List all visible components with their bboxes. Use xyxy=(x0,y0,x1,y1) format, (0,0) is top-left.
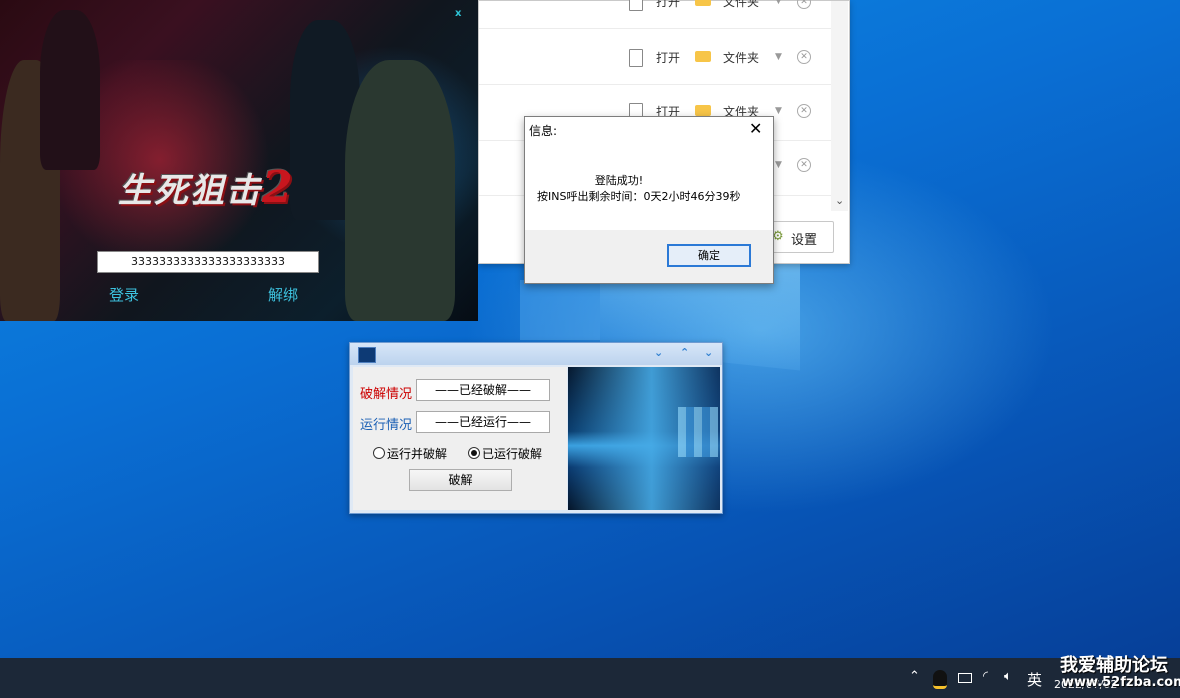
settings-label: 设置 xyxy=(791,233,818,248)
close-button[interactable]: x xyxy=(455,8,461,19)
remove-circle-icon[interactable]: ✕ xyxy=(797,158,811,172)
expand-icon[interactable]: ⌄ xyxy=(704,346,713,359)
open-link[interactable]: 打开 xyxy=(656,0,680,10)
scrollbar[interactable] xyxy=(831,1,848,211)
dialog-message: 登陆成功! xyxy=(594,174,644,187)
info-dialog: 信息: ✕ 登陆成功! 按INS呼出剩余时间：0天2小时46分39秒 确定 xyxy=(524,116,774,284)
open-link[interactable]: 打开 xyxy=(656,49,680,66)
radio-icon xyxy=(373,447,385,459)
wifi-icon[interactable]: ◜ xyxy=(983,669,988,684)
character-art xyxy=(345,60,455,321)
radio-label: 运行并破解 xyxy=(387,447,448,461)
dropdown-icon[interactable]: ⌄ xyxy=(654,346,663,359)
watermark-title: 我爱辅助论坛 xyxy=(1060,655,1168,676)
qq-icon[interactable] xyxy=(933,670,947,689)
crack-status-field[interactable]: ——已经破解—— xyxy=(416,379,550,401)
ime-indicator[interactable]: 英 xyxy=(1027,669,1042,690)
game-launcher-window: 生死狙击2 x 3333333333333333333333 登录 解绑 xyxy=(0,0,478,321)
folder-icon xyxy=(695,51,711,62)
login-button[interactable]: 登录 xyxy=(109,284,139,305)
watermark-url: www.52fzba.com xyxy=(1062,675,1180,690)
file-row[interactable]: 打开 文件夹 ▼ ✕ xyxy=(479,0,831,29)
tool-panel: 破解情况 ——已经破解—— 运行情况 ——已经运行—— 运行并破解 已运行破解 … xyxy=(353,367,567,510)
run-status-field[interactable]: ——已经运行—— xyxy=(416,411,550,433)
ok-button[interactable]: 确定 xyxy=(667,244,751,267)
chevron-down-icon[interactable]: ▼ xyxy=(775,0,782,6)
radio-label: 已运行破解 xyxy=(482,447,543,461)
chevron-down-icon[interactable]: ▼ xyxy=(775,106,782,116)
license-key-input[interactable]: 3333333333333333333333 xyxy=(97,251,319,273)
folder-icon xyxy=(695,0,711,6)
remove-circle-icon[interactable]: ✕ xyxy=(797,0,811,9)
volume-icon[interactable]: 🔈︎ xyxy=(1004,669,1012,684)
collapse-icon[interactable]: ⌃ xyxy=(680,346,689,359)
banner-pixel-art xyxy=(678,407,718,457)
wallpaper-light-beam-2 xyxy=(520,280,600,340)
folder-link[interactable]: 文件夹 xyxy=(723,0,759,10)
unbind-button[interactable]: 解绑 xyxy=(268,284,298,305)
title-bar[interactable]: ⌄ ⌃ ⌄ xyxy=(350,343,722,365)
close-icon[interactable]: ✕ xyxy=(749,119,762,138)
crack-status-label: 破解情况 xyxy=(360,387,413,402)
app-icon xyxy=(358,347,376,363)
banner-image xyxy=(568,367,720,510)
taskbar: ⌃ ◜ 🔈︎ 英 2022/07/02 xyxy=(0,658,1180,698)
chevron-down-icon[interactable]: ▼ xyxy=(775,160,782,170)
show-hidden-icons-icon[interactable]: ⌃ xyxy=(909,669,920,684)
document-icon xyxy=(629,0,643,11)
chevron-down-icon[interactable]: ▼ xyxy=(775,52,782,62)
crack-button[interactable]: 破解 xyxy=(409,469,512,491)
radio-selected-icon xyxy=(468,447,480,459)
game-logo: 生死狙击2 xyxy=(118,162,295,213)
scroll-down-icon[interactable]: ⌄ xyxy=(835,194,844,207)
radio-already-running[interactable]: 已运行破解 xyxy=(468,445,542,462)
battery-icon[interactable] xyxy=(958,673,972,683)
remove-circle-icon[interactable]: ✕ xyxy=(797,50,811,64)
settings-button[interactable]: ⚙ 设置 xyxy=(768,221,834,253)
remove-circle-icon[interactable]: ✕ xyxy=(797,104,811,118)
document-icon xyxy=(629,49,643,67)
dialog-title: 信息: xyxy=(529,124,558,138)
folder-link[interactable]: 文件夹 xyxy=(723,49,759,66)
crack-tool-window: ⌄ ⌃ ⌄ 破解情况 ——已经破解—— 运行情况 ——已经运行—— 运行并破解 … xyxy=(349,342,723,514)
radio-run-and-crack[interactable]: 运行并破解 xyxy=(373,445,447,462)
character-art xyxy=(40,10,100,170)
folder-icon xyxy=(695,105,711,116)
dialog-remaining-time: 按INS呼出剩余时间：0天2小时46分39秒 xyxy=(537,190,741,203)
run-status-label: 运行情况 xyxy=(360,418,413,433)
file-row[interactable]: 打开 文件夹 ▼ ✕ xyxy=(479,29,831,85)
